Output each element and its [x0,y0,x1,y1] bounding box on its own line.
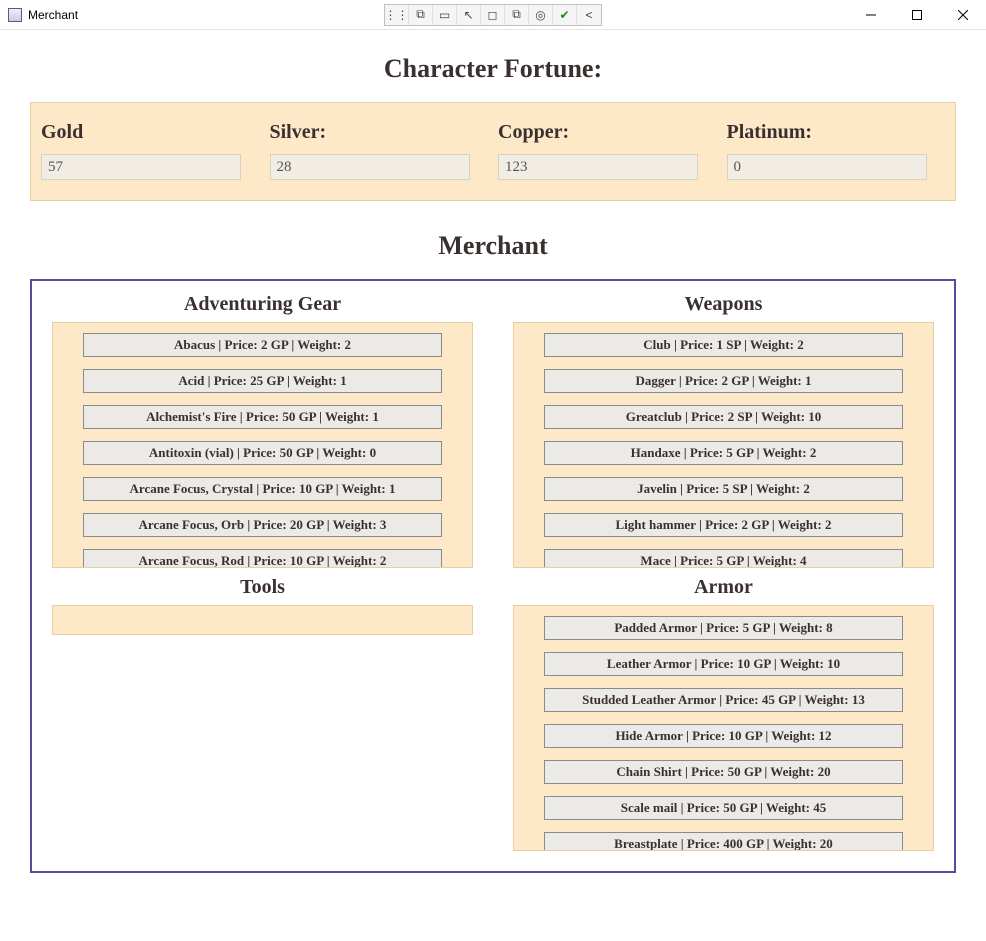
silver-column: Silver: [270,121,489,180]
app-icon [8,8,22,22]
silver-input[interactable] [270,154,470,180]
toolbar-grip-icon[interactable]: ⋮⋮ [385,5,409,25]
window-title: Merchant [28,8,78,22]
gold-input[interactable] [41,154,241,180]
merchant-heading: Merchant [30,231,956,261]
item-button[interactable]: Scale mail | Price: 50 GP | Weight: 45 [544,796,903,820]
maximize-button[interactable] [894,0,940,29]
category-title-weapons: Weapons [513,293,934,316]
weapons-list[interactable]: Club | Price: 1 SP | Weight: 2 Dagger | P… [513,322,934,568]
minimize-button[interactable] [848,0,894,29]
item-button[interactable]: Studded Leather Armor | Price: 45 GP | W… [544,688,903,712]
category-title-tools: Tools [52,576,473,599]
main-content: Character Fortune: Gold Silver: Copper: … [0,30,986,893]
category-title-armor: Armor [513,576,934,599]
toolbar-focus-icon[interactable]: ◻ [481,5,505,25]
gold-label: Gold [41,121,260,144]
item-button[interactable]: Arcane Focus, Orb | Price: 20 GP | Weigh… [83,513,442,537]
armor-list[interactable]: Padded Armor | Price: 5 GP | Weight: 8 Le… [513,605,934,851]
gold-column: Gold [41,121,260,180]
platinum-column: Platinum: [727,121,946,180]
fortune-panel: Gold Silver: Copper: Platinum: [30,102,956,201]
merchant-panel: Adventuring Gear Abacus | Price: 2 GP | … [30,279,956,873]
category-title-gear: Adventuring Gear [52,293,473,316]
item-button[interactable]: Abacus | Price: 2 GP | Weight: 2 [83,333,442,357]
platinum-label: Platinum: [727,121,946,144]
item-button[interactable]: Handaxe | Price: 5 GP | Weight: 2 [544,441,903,465]
gear-list[interactable]: Abacus | Price: 2 GP | Weight: 2 Acid | P… [52,322,473,568]
copper-column: Copper: [498,121,717,180]
titlebar-left: Merchant [8,8,78,22]
platinum-input[interactable] [727,154,927,180]
toolbar-target-icon[interactable]: ◎ [529,5,553,25]
item-button[interactable]: Arcane Focus, Rod | Price: 10 GP | Weigh… [83,549,442,568]
copper-label: Copper: [498,121,717,144]
fortune-heading: Character Fortune: [30,54,956,84]
item-button[interactable]: Club | Price: 1 SP | Weight: 2 [544,333,903,357]
debug-toolbar: ⋮⋮ ⧉ ▭ ↖ ◻ ⧉ ◎ ✔ < [384,4,602,26]
window-titlebar: Merchant ⋮⋮ ⧉ ▭ ↖ ◻ ⧉ ◎ ✔ < [0,0,986,30]
window-controls [848,0,986,29]
category-weapons: Weapons Club | Price: 1 SP | Weight: 2 Da… [513,289,934,568]
item-button[interactable]: Padded Armor | Price: 5 GP | Weight: 8 [544,616,903,640]
item-button[interactable]: Arcane Focus, Crystal | Price: 10 GP | W… [83,477,442,501]
category-adventuring-gear: Adventuring Gear Abacus | Price: 2 GP | … [52,289,473,568]
item-button[interactable]: Alchemist's Fire | Price: 50 GP | Weight… [83,405,442,429]
toolbar-select-icon[interactable]: ⧉ [409,5,433,25]
toolbar-check-icon[interactable]: ✔ [553,5,577,25]
toolbar-display-icon[interactable]: ▭ [433,5,457,25]
item-button[interactable]: Javelin | Price: 5 SP | Weight: 2 [544,477,903,501]
toolbar-layout-icon[interactable]: ⧉ [505,5,529,25]
item-button[interactable]: Greatclub | Price: 2 SP | Weight: 10 [544,405,903,429]
item-button[interactable]: Acid | Price: 25 GP | Weight: 1 [83,369,442,393]
tools-list[interactable] [52,605,473,635]
item-button[interactable]: Light hammer | Price: 2 GP | Weight: 2 [544,513,903,537]
item-button[interactable]: Hide Armor | Price: 10 GP | Weight: 12 [544,724,903,748]
item-button[interactable]: Chain Shirt | Price: 50 GP | Weight: 20 [544,760,903,784]
item-button[interactable]: Breastplate | Price: 400 GP | Weight: 20 [544,832,903,851]
item-button[interactable]: Dagger | Price: 2 GP | Weight: 1 [544,369,903,393]
close-button[interactable] [940,0,986,29]
category-tools: Tools [52,572,473,851]
copper-input[interactable] [498,154,698,180]
toolbar-collapse-icon[interactable]: < [577,5,601,25]
item-button[interactable]: Mace | Price: 5 GP | Weight: 4 [544,549,903,568]
item-button[interactable]: Antitoxin (vial) | Price: 50 GP | Weight… [83,441,442,465]
item-button[interactable]: Leather Armor | Price: 10 GP | Weight: 1… [544,652,903,676]
category-armor: Armor Padded Armor | Price: 5 GP | Weigh… [513,572,934,851]
silver-label: Silver: [270,121,489,144]
toolbar-pointer-icon[interactable]: ↖ [457,5,481,25]
